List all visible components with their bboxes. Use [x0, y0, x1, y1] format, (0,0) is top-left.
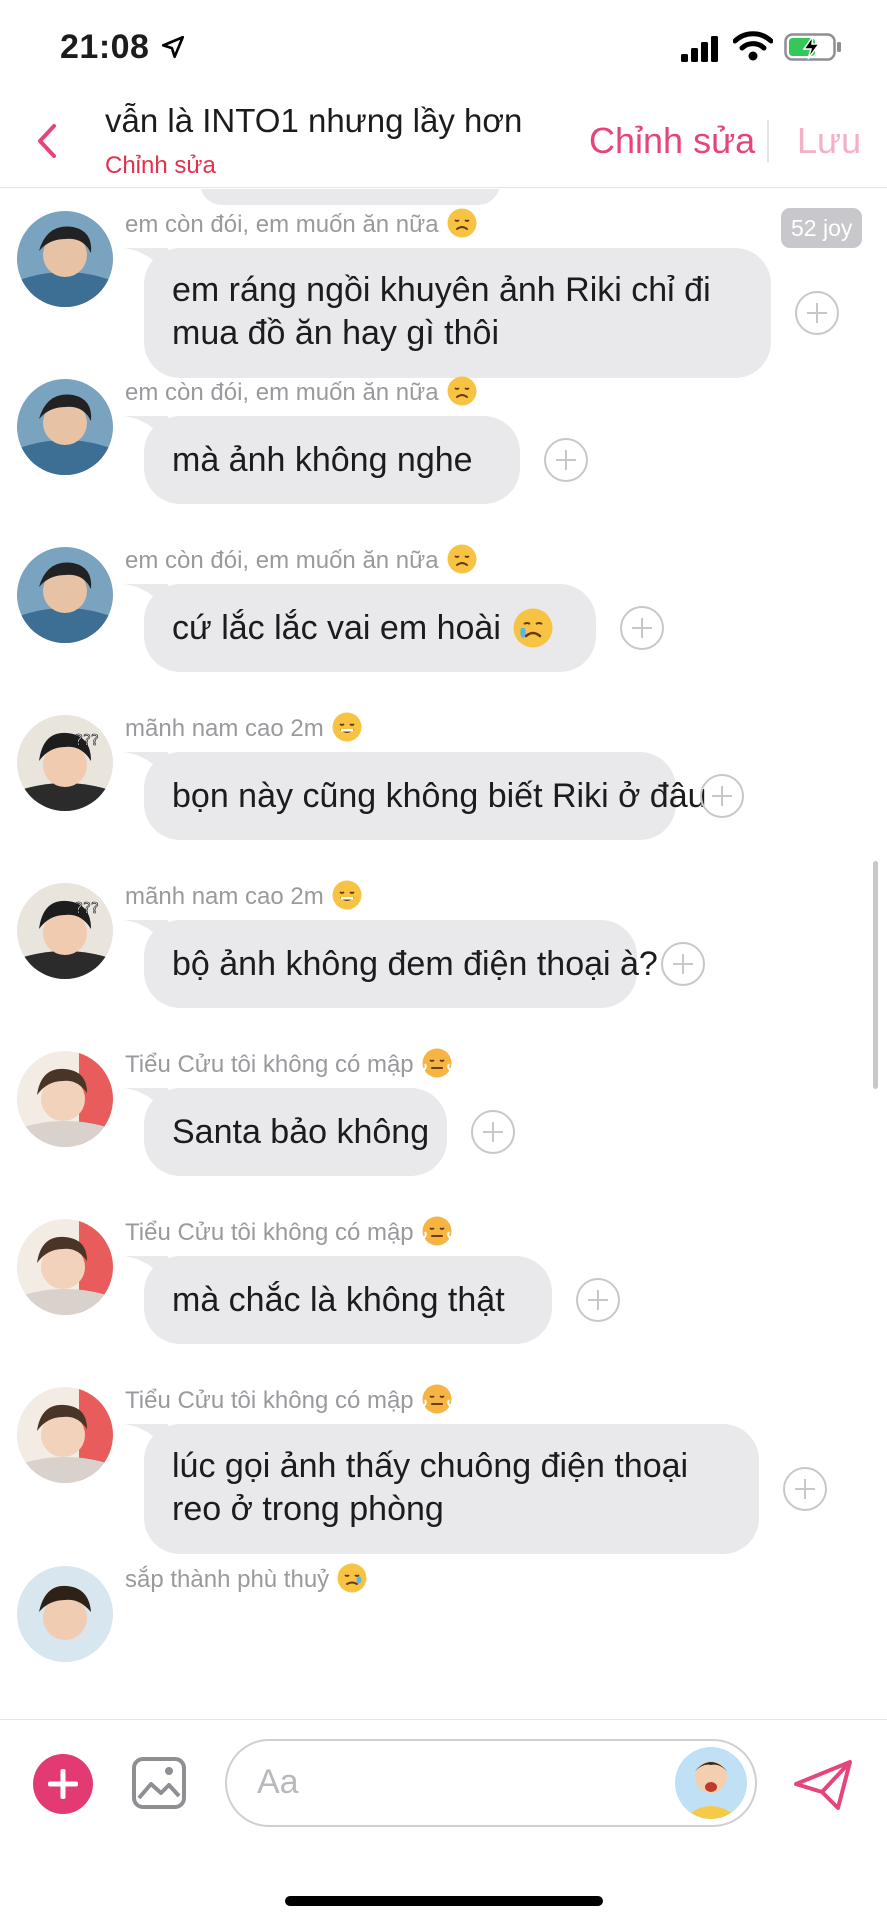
steam-face-emoji-icon — [422, 1216, 452, 1246]
message-text: mua đồ ăn hay gì thôi — [172, 314, 500, 352]
chat-title[interactable]: vẫn là INTO1 nhưng lầy hơn — [105, 102, 522, 140]
message-bubble[interactable]: mà ảnh không nghe — [144, 416, 520, 504]
back-chevron-icon[interactable] — [30, 118, 64, 164]
message-text: bộ ảnh không đem điện thoại à? — [172, 944, 658, 983]
sender-name-text: em còn đói, em muốn ăn nữa — [125, 211, 439, 238]
sender-avatar[interactable] — [17, 211, 113, 307]
message-input[interactable]: Aa — [225, 1739, 757, 1827]
sender-name-text: Tiểu Cửu tôi không có mập — [125, 1219, 414, 1246]
message-bubble[interactable]: mà chắc là không thật — [144, 1256, 552, 1344]
add-reaction-button[interactable] — [544, 438, 588, 482]
message-text: bọn này cũng không biết Riki ở đâu — [172, 776, 707, 815]
sender-name-text: Tiểu Cửu tôi không có mập — [125, 1387, 414, 1414]
crying-face-emoji-icon — [513, 608, 553, 648]
header-divider — [767, 120, 769, 162]
disappointed-face-emoji-icon — [447, 208, 477, 238]
sender-name: Tiểu Cửu tôi không có mập — [125, 1216, 452, 1247]
add-reaction-button[interactable] — [783, 1467, 827, 1511]
signal-icon — [681, 36, 718, 62]
sticker-avatar[interactable] — [675, 1747, 747, 1819]
tearful-face-emoji-icon — [337, 1563, 367, 1593]
sender-avatar[interactable] — [17, 1566, 113, 1662]
message-text: em ráng ngồi khuyên ảnh Riki chỉ đi — [172, 271, 711, 309]
status-bar: 21:08 — [0, 0, 887, 96]
add-reaction-button[interactable] — [620, 606, 664, 650]
add-reaction-button[interactable] — [576, 1278, 620, 1322]
sender-name-text: sắp thành phù thuỷ — [125, 1566, 330, 1593]
sender-avatar[interactable] — [17, 1387, 113, 1483]
home-indicator — [285, 1896, 603, 1906]
location-arrow-icon — [161, 35, 185, 59]
sender-name: em còn đói, em muốn ăn nữa — [125, 208, 477, 239]
previous-message-bubble[interactable] — [200, 189, 500, 205]
sender-name-text: mãnh nam cao — [125, 883, 284, 910]
svg-text:???: ??? — [75, 899, 99, 917]
message-row: ??? mãnh nam cao 2m bọn này cũng không biế… — [0, 712, 887, 852]
grinning-face-emoji-icon — [332, 880, 362, 910]
edit-button[interactable]: Chỉnh sửa — [589, 120, 755, 162]
sender-name: em còn đói, em muốn ăn nữa — [125, 376, 477, 407]
add-reaction-button[interactable] — [795, 291, 839, 335]
composer-bar: Aa — [0, 1719, 887, 1920]
message-row: ??? mãnh nam cao 2m bộ ảnh không đem điện … — [0, 880, 887, 1020]
chat-subtitle[interactable]: Chỉnh sửa — [105, 152, 216, 180]
sender-avatar[interactable]: ??? — [17, 715, 113, 811]
input-placeholder: Aa — [257, 1763, 299, 1801]
message-row: em còn đói, em muốn ăn nữa em ráng ngồi k… — [0, 208, 887, 388]
image-icon[interactable] — [131, 1756, 187, 1810]
disappointed-face-emoji-icon — [447, 544, 477, 574]
sender-name: Tiểu Cửu tôi không có mập — [125, 1384, 452, 1415]
battery-charging-icon — [784, 33, 841, 61]
message-bubble[interactable]: Santa bảo không — [144, 1088, 447, 1176]
grinning-face-emoji-icon — [332, 712, 362, 742]
message-bubble[interactable]: cứ lắc lắc vai em hoài — [144, 584, 596, 672]
sender-avatar[interactable] — [17, 379, 113, 475]
chat-header: vẫn là INTO1 nhưng lầy hơn Chỉnh sửa Chỉ… — [0, 96, 887, 188]
status-time: 21:08 — [60, 28, 150, 66]
sender-avatar[interactable] — [17, 1051, 113, 1147]
sender-name: mãnh nam cao 2m — [125, 712, 362, 743]
add-button[interactable] — [33, 1754, 93, 1814]
sender-name: em còn đói, em muốn ăn nữa — [125, 544, 477, 575]
wifi-icon — [733, 31, 773, 61]
message-row: em còn đói, em muốn ăn nữa mà ảnh không n… — [0, 376, 887, 516]
sender-name-text: mãnh nam cao — [125, 715, 284, 742]
sender-name-text: em còn đói, em muốn ăn nữa — [125, 547, 439, 574]
message-time: 2m — [283, 883, 324, 910]
message-text: Santa bảo không — [172, 1112, 430, 1151]
sender-name-text: Tiểu Cửu tôi không có mập — [125, 1051, 414, 1078]
message-text: mà chắc là không thật — [172, 1280, 505, 1319]
svg-text:???: ??? — [75, 731, 99, 749]
sender-name: Tiểu Cửu tôi không có mập — [125, 1048, 452, 1079]
sender-name: sắp thành phù thuỷ — [125, 1563, 367, 1594]
message-bubble[interactable]: bộ ảnh không đem điện thoại à? — [144, 920, 658, 1008]
sender-name: mãnh nam cao 2m — [125, 880, 362, 911]
message-row: Tiểu Cửu tôi không có mập Santa bảo không — [0, 1048, 887, 1188]
sender-avatar[interactable] — [17, 547, 113, 643]
steam-face-emoji-icon — [422, 1384, 452, 1414]
add-reaction-button[interactable] — [471, 1110, 515, 1154]
message-text: cứ lắc lắc vai em hoài — [172, 607, 553, 650]
message-bubble[interactable]: bọn này cũng không biết Riki ở đâu — [144, 752, 707, 840]
message-text: reo ở trong phòng — [172, 1490, 444, 1528]
send-icon[interactable] — [792, 1758, 854, 1812]
message-row: sắp thành phù thuỷ — [0, 1563, 887, 1703]
sender-avatar[interactable]: ??? — [17, 883, 113, 979]
sender-name-text: em còn đói, em muốn ăn nữa — [125, 379, 439, 406]
message-text: lúc gọi ảnh thấy chuông điện thoại — [172, 1447, 689, 1485]
message-list[interactable]: 52 joy em còn đói, em muốn ăn nữa em ráng… — [0, 189, 887, 1719]
add-reaction-button[interactable] — [661, 942, 705, 986]
message-bubble[interactable]: lúc gọi ảnh thấy chuông điện thoại reo ở … — [144, 1424, 759, 1554]
message-row: Tiểu Cửu tôi không có mập mà chắc là khôn… — [0, 1216, 887, 1356]
message-row: Tiểu Cửu tôi không có mập lúc gọi ảnh thấ… — [0, 1384, 887, 1564]
disappointed-face-emoji-icon — [447, 376, 477, 406]
sender-avatar[interactable] — [17, 1219, 113, 1315]
save-button[interactable]: Lưu — [797, 120, 861, 162]
steam-face-emoji-icon — [422, 1048, 452, 1078]
add-reaction-button[interactable] — [700, 774, 744, 818]
message-text: mà ảnh không nghe — [172, 440, 473, 479]
message-row: em còn đói, em muốn ăn nữa cứ lắc lắc vai… — [0, 544, 887, 684]
message-bubble[interactable]: em ráng ngồi khuyên ảnh Riki chỉ đi mua đ… — [144, 248, 771, 378]
message-time: 2m — [283, 715, 324, 742]
